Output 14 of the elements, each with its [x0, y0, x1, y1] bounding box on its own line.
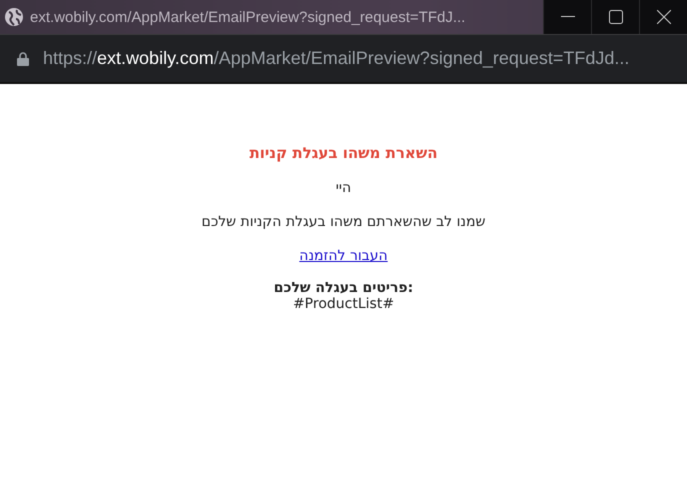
message-text: שמנו לב שהשארתם משהו בעגלת הקניות שלכם	[202, 214, 486, 230]
lock-icon	[17, 52, 29, 66]
items-heading: פריטים בעגלה שלכם:	[274, 280, 414, 296]
close-icon	[656, 10, 670, 24]
product-list-tag-text: #ProductList#	[292, 296, 394, 312]
maximize-button[interactable]	[591, 0, 639, 34]
greeting-text: היי	[336, 180, 352, 196]
minimize-icon	[560, 16, 574, 18]
window-title: ext.wobily.com/AppMarket/EmailPreview?signed_request=TFdJ...	[30, 8, 466, 26]
email-heading: השארת משהו בעגלת קניות	[249, 144, 438, 162]
close-button[interactable]	[639, 0, 687, 34]
globe-icon	[4, 7, 24, 27]
order-link[interactable]: העבור להזמנה	[299, 248, 388, 264]
maximize-icon	[608, 10, 622, 24]
